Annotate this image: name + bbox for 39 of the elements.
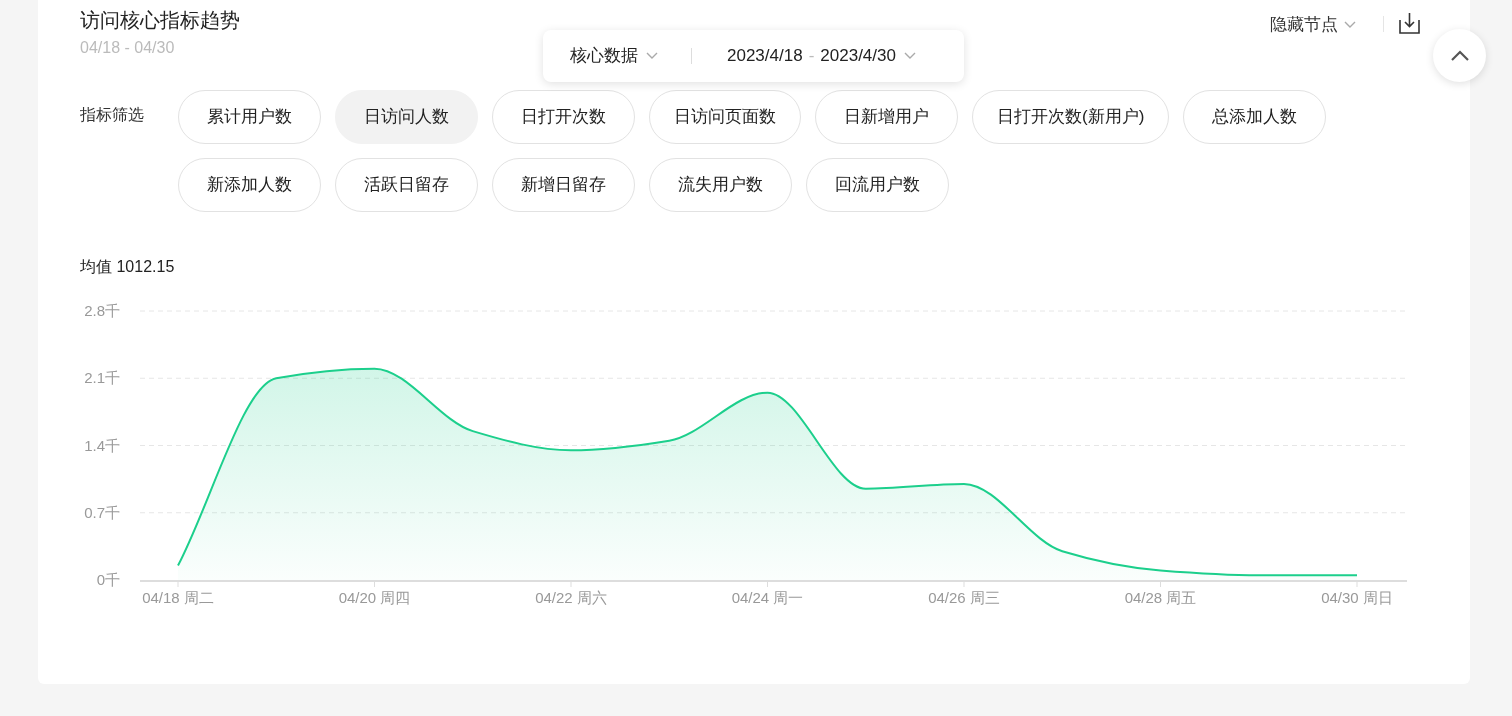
metric-filter-chip[interactable]: 回流用户数 — [806, 158, 949, 212]
x-axis-label: 04/24 周一 — [731, 589, 804, 606]
y-axis-label: 0.7千 — [84, 503, 120, 521]
x-tick — [1160, 581, 1161, 588]
metric-filter-chip[interactable]: 新增日留存 — [492, 158, 635, 212]
dataset-dropdown[interactable]: 核心数据 — [570, 43, 658, 69]
average-value: 均值 1012.15 — [80, 258, 175, 275]
date-range-picker[interactable]: 2023/4/18 - 2023/4/30 — [727, 43, 916, 69]
y-axis-label: 0千 — [96, 571, 120, 588]
y-axis-label: 2.1千 — [84, 369, 120, 387]
metric-filter-chip[interactable]: 日打开次数 — [492, 90, 635, 144]
metric-filter-chip[interactable]: 日打开次数(新用户) — [972, 90, 1170, 144]
x-axis-label: 04/26 周三 — [928, 589, 1000, 606]
x-axis-label: 04/18 周二 — [142, 589, 214, 606]
x-axis-label: 04/30 周日 — [1321, 589, 1393, 606]
download-icon[interactable] — [1399, 12, 1420, 34]
metric-filter-chip[interactable]: 流失用户数 — [649, 158, 792, 212]
chevron-down-icon — [646, 52, 658, 60]
x-axis-label: 04/20 周四 — [338, 589, 411, 606]
x-tick — [767, 581, 768, 588]
chevron-down-icon — [903, 52, 916, 60]
metric-filter-chip[interactable]: 累计用户数 — [178, 90, 321, 144]
y-axis-label: 1.4千 — [84, 436, 120, 454]
x-tick — [374, 581, 375, 588]
metric-filter-chip[interactable]: 日访问页面数 — [649, 90, 801, 144]
x-axis-label: 04/28 周五 — [1124, 589, 1197, 606]
metric-filter-chip[interactable]: 活跃日留存 — [335, 158, 478, 212]
metric-filter-chip[interactable]: 总添加人数 — [1183, 90, 1327, 144]
metric-filter-chip[interactable]: 日新增用户 — [815, 90, 958, 144]
metric-filter-chip[interactable]: 日访问人数 — [335, 90, 478, 144]
chevron-up-icon — [1449, 49, 1470, 62]
hide-nodes-dropdown[interactable]: 隐藏节点 — [1270, 12, 1356, 38]
y-axis-label: 2.8千 — [84, 302, 120, 319]
filter-label: 指标筛选 — [80, 105, 145, 125]
chart-title: 访问核心指标趋势 — [80, 8, 240, 33]
chevron-down-icon — [1344, 20, 1356, 29]
x-axis-label: 04/22 周六 — [535, 589, 607, 606]
date-range-hint: 04/18 - 04/30 — [80, 38, 176, 58]
metric-filter-chip[interactable]: 新添加人数 — [178, 158, 321, 212]
